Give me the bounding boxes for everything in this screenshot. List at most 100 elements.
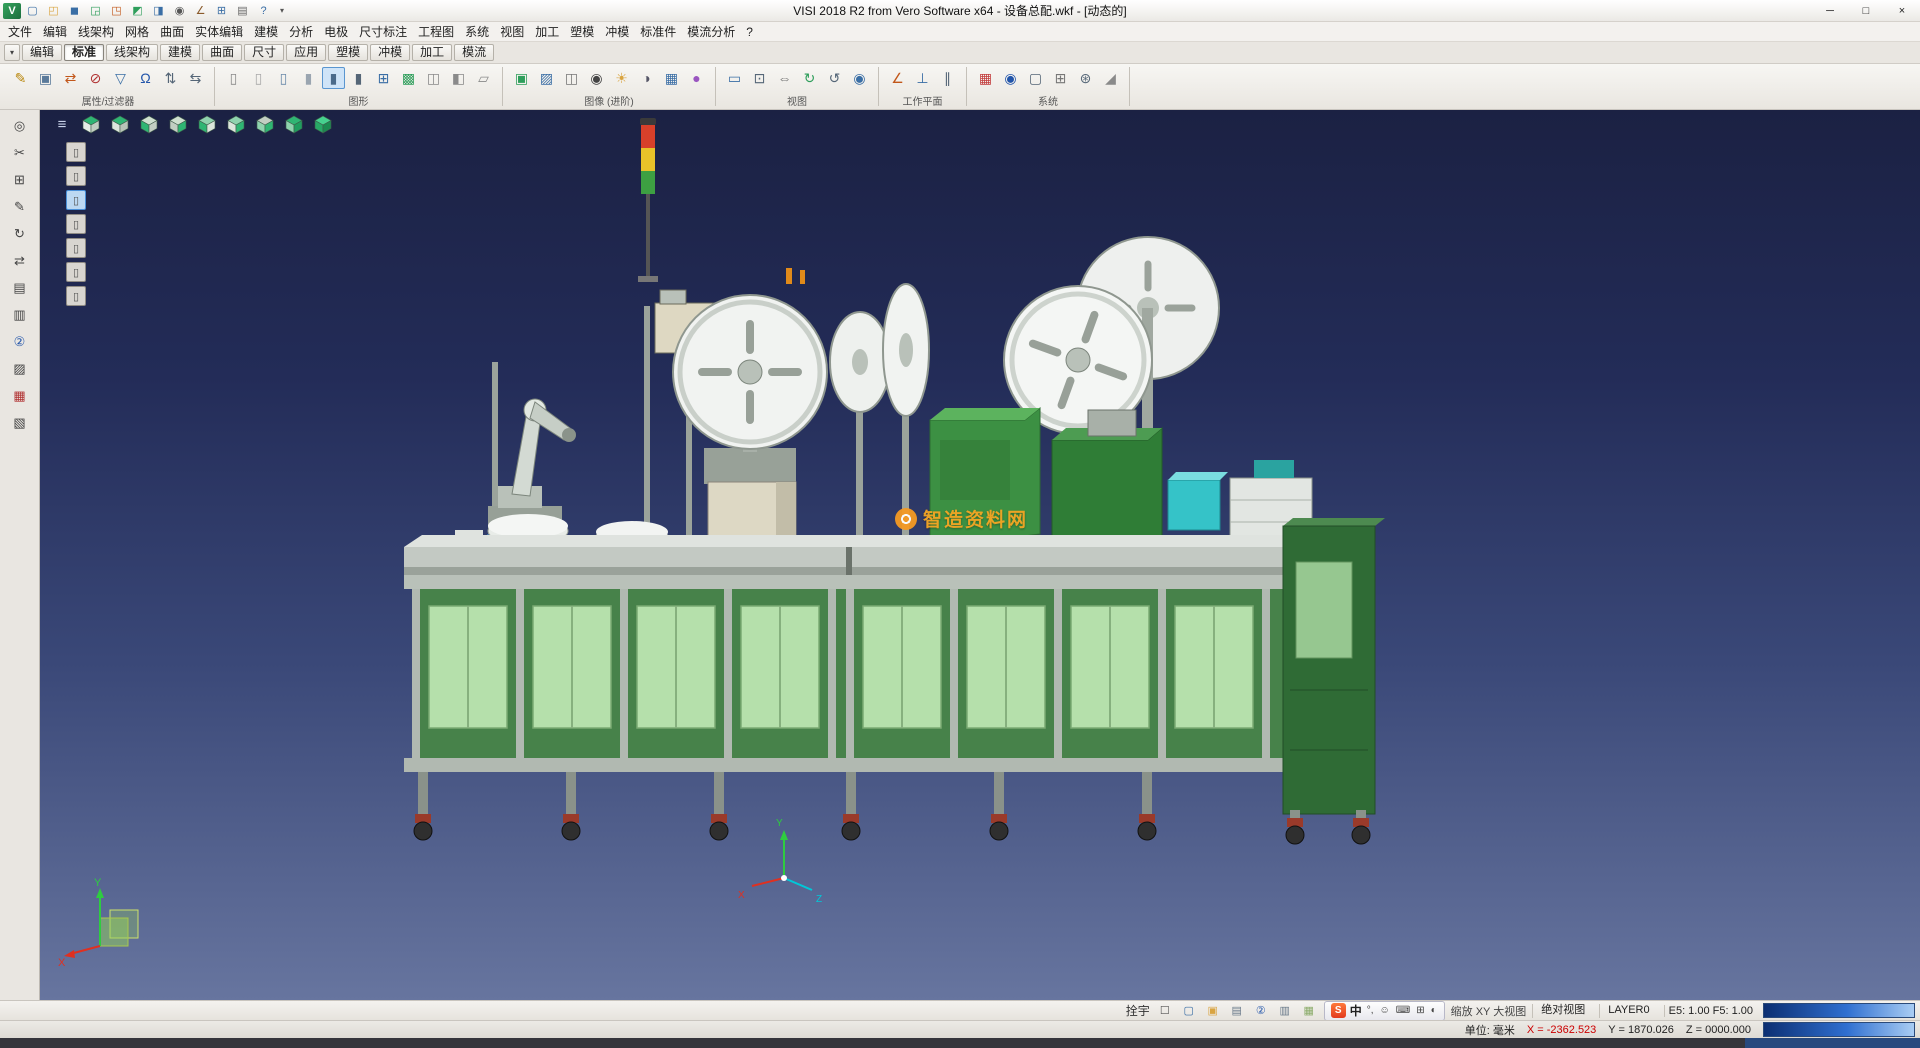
grid-settings-icon[interactable]: ⊞ xyxy=(1049,67,1072,89)
view-slot-4[interactable]: ▯ xyxy=(66,214,86,234)
save-icon[interactable]: ◼ xyxy=(65,2,84,20)
attribute-swap-icon[interactable]: ⇄ xyxy=(59,67,82,89)
orbit-icon[interactable]: ↻ xyxy=(798,67,821,89)
pan-icon[interactable]: ⇔ xyxy=(773,67,796,89)
attribute-brush-icon[interactable]: ✎ xyxy=(9,67,32,89)
menu-item[interactable]: 曲面 xyxy=(160,23,184,40)
menu-item[interactable]: 尺寸标注 xyxy=(359,23,407,40)
view-back-button[interactable] xyxy=(166,113,190,135)
report-tool-icon[interactable]: ▧ xyxy=(7,412,33,434)
ime-punctuation-icon[interactable]: °, xyxy=(1366,1005,1375,1016)
view-top-button[interactable] xyxy=(108,113,132,135)
image-status-icon[interactable]: ▣ xyxy=(1204,1003,1222,1019)
close-button[interactable]: × xyxy=(1884,0,1920,21)
menu-item[interactable]: 冲模 xyxy=(605,23,629,40)
view-slot-1[interactable]: ▯ xyxy=(66,142,86,162)
view-slot-5[interactable]: ▯ xyxy=(66,238,86,258)
shaded-edges-mode-icon[interactable]: ▮ xyxy=(322,67,345,89)
view-bottom-button[interactable] xyxy=(253,113,277,135)
ime-language[interactable]: 中 xyxy=(1350,1002,1362,1019)
open-folder-icon[interactable]: ◰ xyxy=(44,2,63,20)
section-view-icon[interactable]: ▩ xyxy=(397,67,420,89)
half-view-icon[interactable]: ◧ xyxy=(447,67,470,89)
workplane-align-icon[interactable]: ⊥ xyxy=(911,67,934,89)
menu-item[interactable]: 实体编辑 xyxy=(195,23,243,40)
menu-item[interactable]: 模流分析 xyxy=(687,23,735,40)
menu-item[interactable]: 工程图 xyxy=(418,23,454,40)
annotate-tool-icon[interactable]: ② xyxy=(7,331,33,353)
split-vertical-icon[interactable]: ⇅ xyxy=(159,67,182,89)
menu-item[interactable]: 视图 xyxy=(500,23,524,40)
view-axonometric-button[interactable] xyxy=(282,113,306,135)
tab-standard[interactable]: 标准 xyxy=(64,44,104,61)
measure-icon[interactable]: ∠ xyxy=(191,2,210,20)
tab-wireframe[interactable]: 线架构 xyxy=(106,44,158,61)
trim-tool-icon[interactable]: ✂ xyxy=(7,142,33,164)
ime-keyboard-icon[interactable]: ⌨ xyxy=(1395,1005,1411,1016)
menu-item[interactable]: 分析 xyxy=(289,23,313,40)
tab-modeling[interactable]: 建模 xyxy=(160,44,200,61)
notebook-status-icon[interactable]: ▥ xyxy=(1276,1003,1294,1019)
view-slot-7[interactable]: ▯ xyxy=(66,286,86,306)
menu-item[interactable]: 文件 xyxy=(8,23,32,40)
shadow-icon[interactable]: ◑ xyxy=(635,67,658,89)
menu-item[interactable]: 线架构 xyxy=(78,23,114,40)
filter-icon[interactable]: ▽ xyxy=(109,67,132,89)
zoom-window-icon[interactable]: ▭ xyxy=(723,67,746,89)
snap-tool-icon[interactable]: ⊞ xyxy=(7,169,33,191)
view-list-button[interactable]: ≡ xyxy=(50,113,74,135)
view-dynamic-button[interactable] xyxy=(311,113,335,135)
menu-item[interactable]: 网格 xyxy=(125,23,149,40)
network-icon[interactable]: ◉ xyxy=(999,67,1022,89)
palette-tool-icon[interactable]: ▦ xyxy=(7,385,33,407)
hidden-line-mode-icon[interactable]: ▯ xyxy=(247,67,270,89)
image-capture-icon[interactable]: ▣ xyxy=(510,67,533,89)
filter-off-icon[interactable]: ⊘ xyxy=(84,67,107,89)
cube-view-icon[interactable]: ◩ xyxy=(128,2,147,20)
menu-item[interactable]: 加工 xyxy=(535,23,559,40)
ghost-mode-icon[interactable]: ▯ xyxy=(272,67,295,89)
attribute-copy-icon[interactable]: ▣ xyxy=(34,67,57,89)
help-icon[interactable]: ? xyxy=(254,2,273,20)
edit-tool-icon[interactable]: ✎ xyxy=(7,196,33,218)
image-stack-icon[interactable]: ◫ xyxy=(560,67,583,89)
tabbar-dropdown-icon[interactable]: ▾ xyxy=(4,44,20,61)
view-mode-button[interactable]: 绝对视图 xyxy=(1532,1004,1593,1018)
chart-status-icon[interactable]: ▦ xyxy=(1300,1003,1318,1019)
clipboard-status-icon[interactable]: ▤ xyxy=(1228,1003,1246,1019)
tab-mould[interactable]: 塑模 xyxy=(328,44,368,61)
view-slot-3[interactable]: ▯ xyxy=(66,190,86,210)
lighting-icon[interactable]: ☀ xyxy=(610,67,633,89)
flat-shade-mode-icon[interactable]: ▮ xyxy=(297,67,320,89)
camera-icon[interactable]: ◉ xyxy=(170,2,189,20)
wireframe-mode-icon[interactable]: ▯ xyxy=(222,67,245,89)
database-tool-icon[interactable]: ▥ xyxy=(7,304,33,326)
tab-surface[interactable]: 曲面 xyxy=(202,44,242,61)
menu-item[interactable]: 建模 xyxy=(254,23,278,40)
split-horizontal-icon[interactable]: ⇆ xyxy=(184,67,207,89)
minimize-button[interactable]: ─ xyxy=(1812,0,1848,21)
ime-skin-icon[interactable]: ◐ xyxy=(1430,1005,1438,1016)
workplane-normal-icon[interactable]: ∥ xyxy=(936,67,959,89)
menu-item[interactable]: 标准件 xyxy=(640,23,676,40)
ime-logo-icon[interactable]: S xyxy=(1331,1003,1346,1018)
tab-application[interactable]: 应用 xyxy=(286,44,326,61)
ime-emoji-icon[interactable]: ☺ xyxy=(1379,1005,1391,1016)
layer-button[interactable]: LAYER0 xyxy=(1599,1004,1657,1018)
workplane-create-icon[interactable]: ∠ xyxy=(886,67,909,89)
layers-icon[interactable]: ▤ xyxy=(233,2,252,20)
visibility-icon[interactable]: ◉ xyxy=(848,67,871,89)
viewport-3d[interactable]: Y X Y X Z ≡ xyxy=(40,110,1920,1000)
tab-die[interactable]: 冲模 xyxy=(370,44,410,61)
erase-tool-icon[interactable]: ▨ xyxy=(7,358,33,380)
layer-tool-icon[interactable]: ▤ xyxy=(7,277,33,299)
background-icon[interactable]: ▦ xyxy=(660,67,683,89)
move-tool-icon[interactable]: ⇄ xyxy=(7,250,33,272)
menu-item[interactable]: 编辑 xyxy=(43,23,67,40)
view-iso-button[interactable] xyxy=(79,113,103,135)
grid-icon[interactable]: ⊞ xyxy=(212,2,231,20)
compare-view-icon[interactable]: ◫ xyxy=(422,67,445,89)
window-status-icon[interactable]: ▢ xyxy=(1180,1003,1198,1019)
render-icon[interactable]: ◨ xyxy=(149,2,168,20)
import-icon[interactable]: ◲ xyxy=(86,2,105,20)
